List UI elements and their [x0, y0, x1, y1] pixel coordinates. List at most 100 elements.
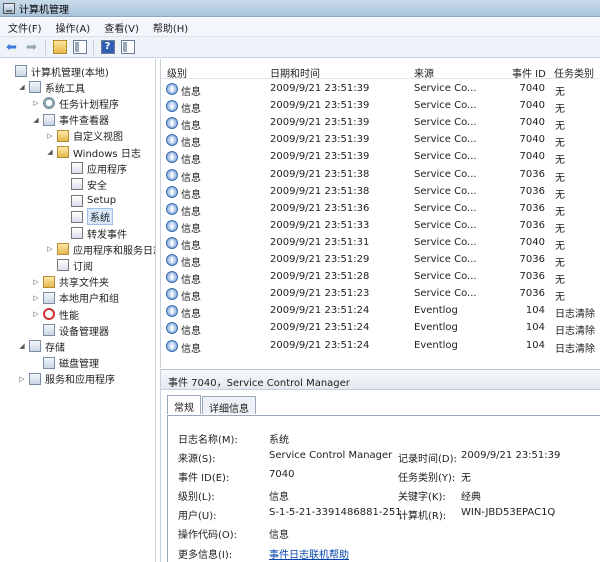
- tree-item[interactable]: 转发事件: [60, 225, 127, 241]
- event-source: Service Co...: [414, 100, 477, 112]
- users-icon: [43, 291, 55, 304]
- tree-item[interactable]: ▷ 服务和应用程序: [18, 371, 115, 387]
- expander-icon[interactable]: ▷: [46, 132, 54, 140]
- tree-item[interactable]: ▷ 任务计划程序: [32, 95, 119, 111]
- event-task-category: 无: [555, 138, 565, 150]
- expander-icon[interactable]: ▷: [18, 375, 26, 383]
- expander-icon[interactable]: ◢: [46, 148, 54, 156]
- tree-item[interactable]: ▷ 性能: [32, 306, 79, 322]
- table-row[interactable]: i 信息 2009/9/21 23:51:39 Service Co... 7040 无: [161, 148, 600, 167]
- online-help-link[interactable]: 事件日志联机帮助: [269, 546, 349, 561]
- toolbar-separator: [93, 39, 94, 55]
- table-row[interactable]: i 信息 2009/9/21 23:51:28 Service Co... 7036 无: [161, 268, 600, 286]
- expander-icon[interactable]: ▷: [32, 294, 40, 302]
- table-row[interactable]: i 信息 2009/9/21 23:51:38 Service Co... 7036 无: [161, 183, 600, 201]
- info-icon: i: [166, 236, 178, 249]
- table-row[interactable]: i 信息 2009/9/21 23:51:39 Service Co... 7040 无: [161, 97, 600, 115]
- column-task-category[interactable]: 任务类别: [554, 65, 594, 80]
- table-row[interactable]: i 信息 2009/9/21 23:51:31 Service Co... 7040 无: [161, 234, 600, 252]
- expander-icon[interactable]: ◢: [32, 116, 40, 124]
- tree-item[interactable]: 订阅: [46, 257, 93, 273]
- menu-action[interactable]: 操作(A): [48, 20, 97, 35]
- table-row[interactable]: i 信息 2009/9/21 23:51:38 Service Co... 7036 无: [161, 166, 600, 184]
- tree-item[interactable]: 安全: [60, 176, 107, 192]
- menu-file[interactable]: 文件(F): [0, 20, 48, 35]
- expander-icon[interactable]: ▷: [32, 310, 40, 318]
- menu-view[interactable]: 查看(V): [96, 20, 145, 35]
- table-row[interactable]: i 信息 2009/9/21 23:51:24 Eventlog 104 日志清除: [161, 319, 600, 337]
- tree-item[interactable]: ◢ 事件查看器: [32, 112, 109, 128]
- event-level: 信息: [181, 292, 201, 304]
- shared-folder-icon: [43, 275, 55, 288]
- table-row[interactable]: i 信息 2009/9/21 23:51:23 Service Co... 7036 无: [161, 285, 600, 304]
- tree-item-label: 存储: [45, 342, 65, 354]
- tree-item[interactable]: 计算机管理(本地): [4, 63, 109, 79]
- tree-item[interactable]: ▷ 共享文件夹: [32, 274, 109, 290]
- opcode-label: 操作代码(O):: [178, 530, 238, 541]
- column-source[interactable]: 来源: [414, 65, 434, 80]
- event-id: 104: [525, 339, 545, 351]
- event-task-category: 无: [555, 223, 565, 235]
- table-row[interactable]: i 信息 2009/9/21 23:51:29 Service Co... 7036 无: [161, 251, 600, 269]
- tree-item[interactable]: Setup: [60, 193, 116, 209]
- source-value: Service Control Manager: [269, 450, 393, 461]
- tree-item[interactable]: 设备管理器: [32, 322, 109, 338]
- column-event-id[interactable]: 事件 ID: [512, 65, 546, 80]
- opcode-value: 信息: [269, 530, 289, 541]
- tree-item[interactable]: ◢ 存储: [18, 338, 65, 354]
- table-row[interactable]: i 信息 2009/9/21 23:51:24 Eventlog 104 日志清除: [161, 302, 600, 320]
- tree-item[interactable]: ◢ Windows 日志: [46, 144, 141, 160]
- details-tabs: 常规 详细信息: [167, 395, 257, 416]
- keywords-label: 关键字(K):: [398, 492, 446, 503]
- up-folder-icon[interactable]: [51, 39, 68, 56]
- tab-general[interactable]: 常规: [167, 395, 201, 414]
- column-level[interactable]: 级别: [167, 65, 187, 80]
- level-label: 级别(L):: [178, 492, 215, 503]
- expander-icon[interactable]: ▷: [32, 99, 40, 107]
- expander-icon[interactable]: ▷: [32, 278, 40, 286]
- event-level: 信息: [181, 206, 201, 218]
- help-icon[interactable]: ?: [99, 39, 116, 56]
- forward-arrow-icon[interactable]: ➡: [23, 39, 40, 56]
- table-row[interactable]: i 信息 2009/9/21 23:51:36 Service Co... 7036 无: [161, 200, 600, 218]
- back-arrow-icon[interactable]: ⬅: [3, 39, 20, 56]
- table-row[interactable]: i 信息 2009/9/21 23:51:39 Service Co... 7040 无: [161, 80, 600, 98]
- event-task-category: 无: [555, 87, 565, 98]
- expander-icon[interactable]: ▷: [46, 245, 54, 253]
- table-row[interactable]: i 信息 2009/9/21 23:51:33 Service Co... 7036 无: [161, 217, 600, 235]
- event-datetime: 2009/9/21 23:51:39: [270, 151, 370, 163]
- event-details-title: 事件 7040，Service Control Manager: [161, 370, 600, 390]
- tab-details[interactable]: 详细信息: [202, 396, 256, 415]
- tree-item-label: 转发事件: [87, 229, 127, 241]
- table-row[interactable]: i 信息 2009/9/21 23:51:24 Eventlog 104 日志清除: [161, 337, 600, 355]
- tree-item[interactable]: ▷ 本地用户和组: [32, 290, 119, 306]
- tree-item[interactable]: ▷ 应用程序和服务日志: [46, 241, 155, 257]
- general-tab-body: 日志名称(M): 系统 来源(S): Service Control Manag…: [167, 415, 600, 562]
- event-id: 7040: [519, 236, 545, 248]
- more-info-label: 更多信息(I):: [178, 550, 233, 561]
- event-datetime: 2009/9/21 23:51:38: [270, 168, 370, 180]
- table-row[interactable]: i 信息 2009/9/21 23:51:39 Service Co... 7040 无: [161, 131, 600, 150]
- tree-item-label: 服务和应用程序: [45, 375, 115, 387]
- event-id: 7036: [519, 288, 545, 300]
- tree-item[interactable]: ◢ 系统工具: [18, 79, 85, 95]
- expander-icon[interactable]: ◢: [18, 83, 26, 91]
- tree-item-label: Setup: [87, 195, 117, 207]
- tree-item[interactable]: 系统: [60, 208, 113, 226]
- show-hide-action-pane-icon[interactable]: [119, 39, 136, 56]
- menu-help[interactable]: 帮助(H): [145, 20, 194, 35]
- tree-item[interactable]: ▷ 自定义视图: [46, 128, 123, 144]
- tree-item-label: 本地用户和组: [59, 294, 119, 306]
- event-source: Service Co...: [414, 185, 477, 197]
- tree-item-label: 自定义视图: [73, 132, 123, 144]
- table-row[interactable]: i 信息 2009/9/21 23:51:39 Service Co... 7040 无: [161, 114, 600, 132]
- event-details-pane: 事件 7040，Service Control Manager 常规 详细信息 …: [160, 369, 600, 562]
- tree-item[interactable]: 应用程序: [60, 160, 127, 176]
- event-datetime: 2009/9/21 23:51:24: [270, 305, 370, 317]
- tree-item[interactable]: 磁盘管理: [32, 355, 99, 371]
- column-datetime[interactable]: 日期和时间: [270, 65, 320, 80]
- show-hide-tree-icon[interactable]: [71, 39, 88, 56]
- event-task-category: 无: [555, 155, 565, 167]
- menu-bar: 文件(F) 操作(A) 查看(V) 帮助(H): [0, 18, 600, 37]
- expander-icon[interactable]: ◢: [18, 342, 26, 350]
